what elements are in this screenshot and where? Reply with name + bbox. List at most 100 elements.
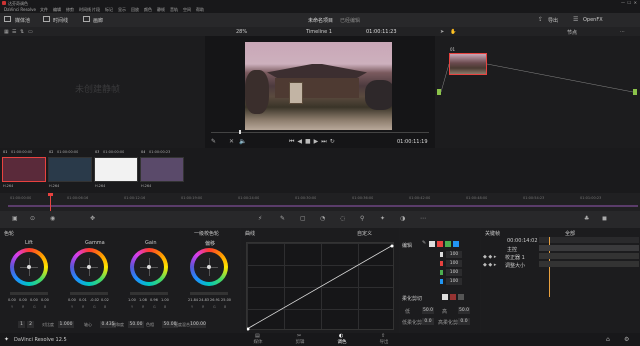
page-2-button[interactable]: 2 xyxy=(27,321,34,328)
wheel-value[interactable]: 0.96 xyxy=(150,298,158,302)
clip-thumbnail[interactable] xyxy=(48,157,92,182)
list-icon[interactable]: ☰ xyxy=(12,29,16,35)
clip-thumbnail[interactable] xyxy=(94,157,138,182)
soft-clip-green[interactable] xyxy=(458,294,464,300)
edit-row-value[interactable]: 100 xyxy=(446,251,462,258)
wheel-value[interactable]: 0.01 xyxy=(79,298,87,302)
clip-thumbnail[interactable] xyxy=(140,157,184,182)
close-icon[interactable]: ✕ xyxy=(229,138,234,145)
zoom-level[interactable]: 28% xyxy=(236,29,247,35)
sort-icon[interactable]: ⇅ xyxy=(20,29,24,35)
param-value[interactable]: 1.000 xyxy=(58,321,74,328)
param-value[interactable]: 100.00 xyxy=(190,321,206,328)
soft-clip-red[interactable] xyxy=(450,294,456,300)
nodes-label[interactable]: 节点 xyxy=(567,29,577,36)
window-icon[interactable]: ▢ xyxy=(300,215,306,222)
lightbox-button[interactable]: 导出 xyxy=(548,17,558,24)
audio-icon[interactable]: ◼ xyxy=(602,215,607,222)
wheel-value[interactable]: 0.02 xyxy=(101,298,109,302)
deliver-page-tab[interactable]: 导出 xyxy=(378,339,390,345)
master-wheel-slider[interactable] xyxy=(130,292,168,295)
wheel-value[interactable]: 0.00 xyxy=(19,298,27,302)
color-wheel[interactable] xyxy=(10,248,48,286)
wheel-value[interactable]: 25.00 xyxy=(221,298,231,302)
high-value[interactable]: 50.0 xyxy=(458,307,470,314)
wheel-value[interactable]: 1.00 xyxy=(161,298,169,302)
high-soft-value[interactable]: 0.0 xyxy=(458,318,470,325)
channel-blue[interactable] xyxy=(453,241,459,247)
low-value[interactable]: 50.0 xyxy=(422,307,434,314)
soft-clip-white[interactable] xyxy=(442,294,448,300)
color-page-tab[interactable]: 调色 xyxy=(336,339,348,345)
menu-item[interactable]: DaVinci Resolve xyxy=(4,7,36,12)
openfx-icon[interactable]: ☰ xyxy=(573,16,578,23)
grid-icon[interactable]: ▦ xyxy=(4,29,9,35)
keyframe-item-1-icons[interactable]: ◆ ◆ ▸ xyxy=(483,254,496,260)
timeline-button[interactable]: 时间线 xyxy=(53,17,68,24)
scrubber-track[interactable] xyxy=(211,132,429,133)
master-wheel-slider[interactable] xyxy=(70,292,108,295)
pointer-icon[interactable]: ➤ xyxy=(440,29,444,35)
master-wheel-slider[interactable] xyxy=(190,292,228,295)
pen-tool-icon[interactable]: ✎ xyxy=(422,240,426,246)
gallery-icon[interactable] xyxy=(83,16,90,22)
window-controls[interactable]: — ☐ ✕ xyxy=(621,0,637,5)
view-icon[interactable]: ▭ xyxy=(28,29,33,35)
wheel-value[interactable]: 0.00 xyxy=(8,298,16,302)
curves-mode[interactable]: 自定义 xyxy=(357,230,372,237)
more-icon[interactable]: ⋯ xyxy=(420,215,426,222)
media-page-tab[interactable]: 媒体 xyxy=(252,339,264,345)
scopes-icon[interactable]: ♣ xyxy=(584,215,589,222)
node-options-icon[interactable]: ⋯ xyxy=(620,29,625,35)
lightbox-icon[interactable]: ⇪ xyxy=(538,16,543,23)
wheel-value[interactable]: -0.02 xyxy=(90,298,99,302)
keyframes-scope[interactable]: 全部 xyxy=(565,230,575,237)
low-soft-value[interactable]: 0.0 xyxy=(422,318,434,325)
wheel-value[interactable]: 0.00 xyxy=(30,298,38,302)
timeline-name[interactable]: Timeline 1 xyxy=(306,29,332,35)
channel-green[interactable] xyxy=(445,241,451,247)
timeline-ruler[interactable]: 01:00:00:00 01:00:06:16 01:00:12:16 01:00:1… xyxy=(0,193,640,211)
edit-row-value[interactable]: 100 xyxy=(446,269,462,276)
color-picker-icon[interactable]: ⊙ xyxy=(30,215,35,222)
playhead-marker[interactable] xyxy=(48,193,53,196)
scrubber-head[interactable] xyxy=(239,130,241,134)
keyframe-ruler[interactable] xyxy=(539,237,639,243)
timeline-icon[interactable] xyxy=(43,16,50,22)
color-wheel[interactable] xyxy=(130,248,168,286)
color-wheel[interactable] xyxy=(190,248,228,286)
clip-thumbnail[interactable] xyxy=(2,157,46,182)
qualifier-icon[interactable]: ✎ xyxy=(280,215,285,222)
wheel-value[interactable]: 21.84 xyxy=(188,298,198,302)
color-wheel[interactable] xyxy=(70,248,108,286)
transport-controls[interactable]: ⏮◀■▶⏭↻ xyxy=(289,138,338,146)
key-icon[interactable]: ⚲ xyxy=(360,215,364,222)
channel-white[interactable] xyxy=(429,241,435,247)
hand-icon[interactable]: ✋ xyxy=(450,29,456,35)
blur-icon[interactable]: ◌ xyxy=(340,215,345,222)
sizing-icon[interactable]: ✦ xyxy=(380,215,385,222)
wheel-value[interactable]: 0.00 xyxy=(68,298,76,302)
curve-grid[interactable] xyxy=(246,242,394,331)
edit-row-value[interactable]: 100 xyxy=(446,278,462,285)
wheel-value[interactable]: 1.08 xyxy=(139,298,147,302)
timeline-track[interactable] xyxy=(8,205,638,207)
channel-red[interactable] xyxy=(437,241,443,247)
wheel-value[interactable]: 26.91 xyxy=(210,298,220,302)
param-value[interactable]: 50.00 xyxy=(128,321,144,328)
camera-icon[interactable]: ▣ xyxy=(12,215,18,222)
color-panel-mode[interactable]: 一级校色轮 xyxy=(194,230,219,237)
keyframe-item-2-icons[interactable]: ◆ ◆ ▸ xyxy=(483,262,496,268)
wheel-value[interactable]: 24.83 xyxy=(199,298,209,302)
speaker-icon[interactable]: 🔈 xyxy=(239,138,246,145)
settings-icon[interactable]: ⚙ xyxy=(624,336,629,343)
edit-page-tab[interactable]: 剪辑 xyxy=(294,339,306,345)
tracker-icon[interactable]: ◔ xyxy=(320,215,325,222)
media-pool-button[interactable]: 媒体池 xyxy=(15,17,30,24)
media-pool-icon[interactable] xyxy=(4,16,11,22)
move-icon[interactable]: ✥ xyxy=(90,215,95,222)
wheel-value[interactable]: 0.00 xyxy=(41,298,49,302)
master-wheel-slider[interactable] xyxy=(10,292,48,295)
openfx-button[interactable]: OpenFX xyxy=(583,17,603,23)
edit-row-value[interactable]: 100 xyxy=(446,260,462,267)
